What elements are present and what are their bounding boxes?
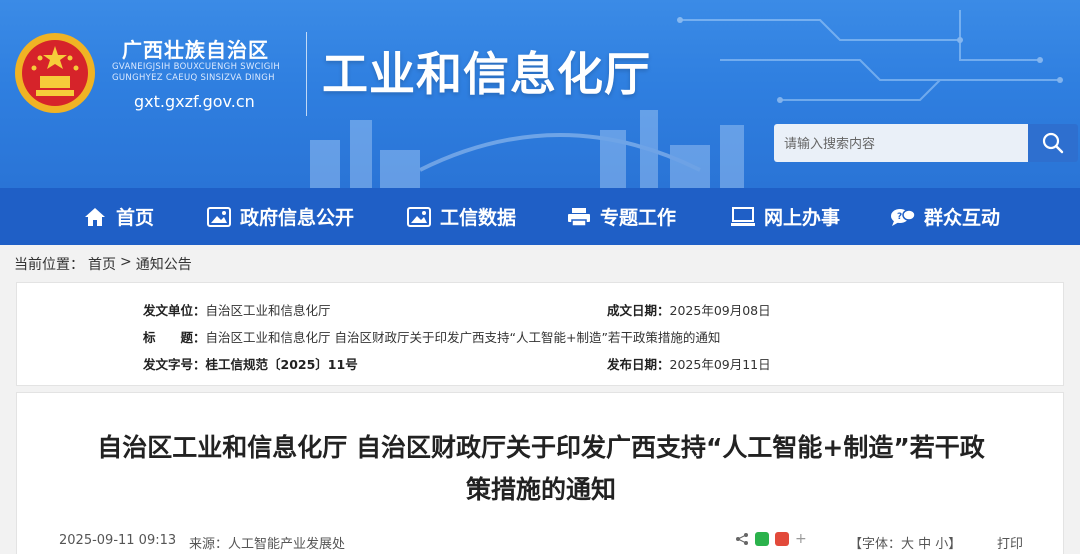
meta-date-value: 2025年09月08日 <box>669 303 771 318</box>
header-divider <box>306 32 307 116</box>
meta-issuer-value: 自治区工业和信息化厅 <box>205 303 331 318</box>
breadcrumb-separator: > <box>120 254 132 270</box>
breadcrumb: 当前位置： 首页 > 通知公告 <box>14 254 192 274</box>
nav-item-public-interaction[interactable]: ? 群众互动 <box>890 188 1030 245</box>
home-icon <box>82 206 108 228</box>
meta-issuer-row: 发文单位： 自治区工业和信息化厅 <box>143 300 331 319</box>
org-name-zhuang-line2: GUNGHYEZ CAEUQ SINSIZVA DINGH <box>112 73 275 83</box>
breadcrumb-home-link[interactable]: 首页 <box>88 254 116 274</box>
meta-date-row: 成文日期： 2025年09月08日 <box>607 300 771 319</box>
nav-item-gov-info[interactable]: 政府信息公开 <box>206 188 406 245</box>
meta-pubdate-value: 2025年09月11日 <box>669 357 771 372</box>
national-emblem-icon <box>15 33 95 113</box>
weibo-icon[interactable] <box>775 532 789 546</box>
org-name-zhuang-line1: GVANEIGJSIH BOUXCUENGH SWCIGIH <box>112 62 281 72</box>
meta-pubdate-label: 发布日期： <box>607 357 670 372</box>
breadcrumb-prefix: 当前位置： <box>14 257 84 273</box>
chat-icon: ? <box>890 206 916 228</box>
meta-date-label: 成文日期： <box>607 303 670 318</box>
meta-pubdate-row: 发布日期： 2025年09月11日 <box>607 354 771 373</box>
nav-item-special-topics[interactable]: 专题工作 <box>566 188 730 245</box>
department-title: 工业和信息化厅 <box>322 47 651 101</box>
meta-docno-label: 发文字号： <box>143 357 206 372</box>
share-icon[interactable] <box>735 532 749 546</box>
article-title-line1: 自治区工业和信息化厅 自治区财政厅关于印发广西支持“人工智能+制造”若干政 <box>97 433 985 462</box>
nav-item-home[interactable]: 首页 <box>82 188 206 245</box>
main-nav: 首页 政府信息公开 工信数据 专题工作 网上办事 ? 群众互动 <box>0 188 1080 245</box>
meta-title-row: 标 题： 自治区工业和信息化厅 自治区财政厅关于印发广西支持“人工智能+制造”若… <box>143 327 720 346</box>
document-metadata: 发文单位： 自治区工业和信息化厅 成文日期： 2025年09月08日 标 题： … <box>16 282 1064 386</box>
meta-title-label: 标 题： <box>143 330 206 345</box>
article-title: 自治区工业和信息化厅 自治区财政厅关于印发广西支持“人工智能+制造”若干政 策措… <box>57 427 1025 511</box>
nav-item-industry-data[interactable]: 工信数据 <box>406 188 566 245</box>
search-bar <box>774 124 1078 162</box>
org-name: 广西壮族自治区 <box>122 38 269 62</box>
nav-label: 工信数据 <box>440 207 517 229</box>
city-skyline-decoration <box>310 110 744 188</box>
search-input[interactable] <box>774 124 1028 162</box>
svg-text:?: ? <box>897 212 902 222</box>
print-button[interactable]: 打印 <box>997 533 1023 552</box>
meta-docno-row: 发文字号： 桂工信规范〔2025〕11号 <box>143 354 358 373</box>
nav-label: 专题工作 <box>600 207 677 229</box>
search-button[interactable] <box>1028 124 1078 162</box>
article-title-line2: 策措施的通知 <box>465 475 616 504</box>
nav-item-online-services[interactable]: 网上办事 <box>730 188 890 245</box>
more-share-icon[interactable]: + <box>795 531 807 547</box>
article-body: 自治区工业和信息化厅 自治区财政厅关于印发广西支持“人工智能+制造”若干政 策措… <box>16 392 1064 554</box>
share-bar: + <box>735 531 807 547</box>
image-icon <box>206 206 232 228</box>
meta-docno-value: 桂工信规范〔2025〕11号 <box>205 357 358 372</box>
article-datetime: 2025-09-11 09:13 <box>59 533 177 548</box>
search-icon <box>1042 132 1064 154</box>
meta-issuer-label: 发文单位： <box>143 303 206 318</box>
printer-icon <box>566 206 592 228</box>
monitor-icon <box>730 206 756 228</box>
header-banner: 广西壮族自治区 GVANEIGJSIH BOUXCUENGH SWCIGIH G… <box>0 0 1080 188</box>
font-size-switcher[interactable]: 【字体：大 中 小】 <box>849 533 961 552</box>
meta-title-value: 自治区工业和信息化厅 自治区财政厅关于印发广西支持“人工智能+制造”若干政策措施… <box>205 330 721 345</box>
wechat-icon[interactable] <box>755 532 769 546</box>
nav-label: 政府信息公开 <box>240 207 355 229</box>
nav-label: 网上办事 <box>764 207 841 229</box>
breadcrumb-current[interactable]: 通知公告 <box>136 254 192 274</box>
site-domain[interactable]: gxt.gxzf.gov.cn <box>134 92 255 111</box>
nav-label: 群众互动 <box>924 207 1001 229</box>
article-source: 来源：人工智能产业发展处 <box>189 537 346 552</box>
nav-label: 首页 <box>116 207 155 229</box>
image-icon <box>406 206 432 228</box>
